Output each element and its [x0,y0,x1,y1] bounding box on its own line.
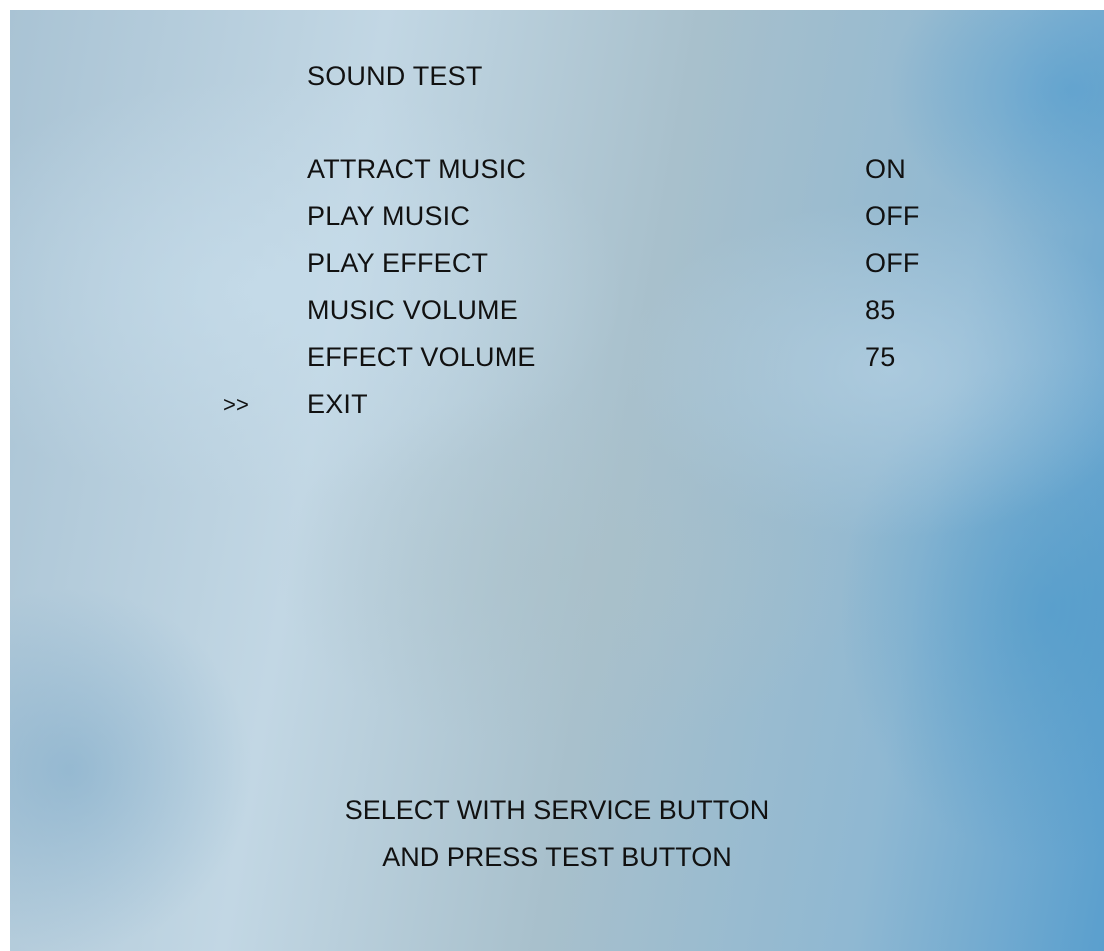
menu-item-music-volume[interactable]: MUSIC VOLUME [307,294,518,326]
play-effect-value: OFF [865,248,920,278]
music-volume-value: 85 [865,295,896,325]
page-title: SOUND TEST [307,61,483,91]
instruction-line-1: SELECT WITH SERVICE BUTTON [344,795,770,825]
menu-item-attract-music[interactable]: ATTRACT MUSIC [307,153,526,185]
attract-music-value: ON [865,154,906,184]
instruction-line-2: AND PRESS TEST BUTTON [382,842,732,872]
menu-item-play-music[interactable]: PLAY MUSIC [307,200,470,232]
menu-item-exit[interactable]: EXIT [307,388,368,420]
selection-cursor: >> [223,392,250,417]
menu-item-effect-volume[interactable]: EFFECT VOLUME [307,341,536,373]
play-music-value: OFF [865,201,920,231]
menu-item-play-effect[interactable]: PLAY EFFECT [307,247,488,279]
effect-volume-value: 75 [865,342,896,372]
sound-test-screen: SOUND TEST ATTRACT MUSIC ON PLAY MUSIC O… [10,10,1104,951]
